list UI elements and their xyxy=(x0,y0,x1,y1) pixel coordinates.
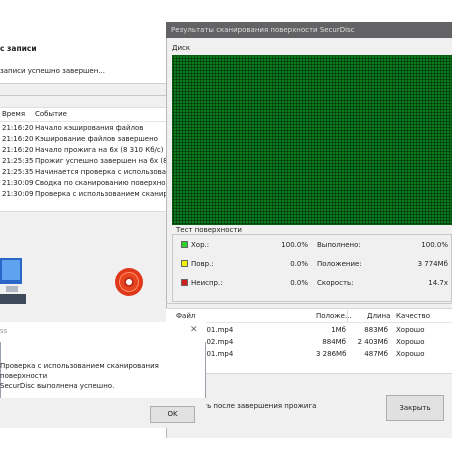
disk-surface-map xyxy=(172,55,452,225)
files-table-header: Файл Положе... Длина Качество xyxy=(166,309,452,323)
file-length: 2 403Мб xyxy=(357,338,388,346)
log-row[interactable]: 21:16:20 Начало кэширования файлов xyxy=(0,122,166,133)
log-event: Кэширование файлов завершено xyxy=(35,135,158,143)
burn-log-subtitle: записи успешно завершен... xyxy=(0,67,105,75)
log-row[interactable]: 21:30:09 Сводка по сканированию поверхнос… xyxy=(0,177,190,188)
close-button[interactable]: Закрыть xyxy=(386,395,444,421)
ok-button[interactable]: OK xyxy=(150,406,195,423)
log-row[interactable]: 21:30:09 Проверка с использованием сканир… xyxy=(0,188,194,199)
file-quality: Хорошо xyxy=(396,338,425,346)
log-time: 21:30:09 xyxy=(2,190,34,198)
col-file-header[interactable]: Файл xyxy=(176,312,195,320)
event-log-table[interactable]: Время Событие 21:16:20 Начало кэширования… xyxy=(0,107,195,212)
legend-label: Неиспр.: xyxy=(191,279,223,287)
legend-swatch xyxy=(181,279,188,286)
divider xyxy=(166,303,452,304)
close-icon[interactable]: ✕ xyxy=(190,325,198,335)
legend-value: 0.0% xyxy=(290,279,308,287)
log-time: 21:16:20 xyxy=(2,135,34,143)
top-band xyxy=(0,0,452,22)
legend-swatch xyxy=(181,241,188,248)
legend-value: 0.0% xyxy=(290,260,308,268)
log-time: 21:25:35 xyxy=(2,168,34,176)
stat-label: Скорость: xyxy=(317,279,354,287)
disk-label: Диск xyxy=(172,44,191,52)
computer-icon xyxy=(0,256,30,306)
files-table[interactable]: Файл Положе... Длина Качество 101.mp4 1Мб… xyxy=(166,308,452,374)
log-row[interactable]: 21:25:35 Прожиг успешно завершен на 6x (8… xyxy=(0,155,195,166)
col-event-header[interactable]: Событие xyxy=(35,110,67,118)
log-row[interactable]: 21:16:20 Кэширование файлов завершено xyxy=(0,133,166,144)
event-log-header: Время Событие xyxy=(0,108,166,122)
col-quality-header[interactable]: Качество xyxy=(396,312,430,320)
legend-value: 100.0% xyxy=(281,241,308,249)
log-event: Начало кэширования файлов xyxy=(35,124,144,132)
log-time: 21:16:20 xyxy=(2,146,34,154)
file-length: 883Мб xyxy=(364,326,388,334)
log-time: 21:25:35 xyxy=(2,157,34,165)
col-length-header[interactable]: Длина xyxy=(367,312,390,320)
file-quality: Хорошо xyxy=(396,350,425,358)
burn-log-title: с записи xyxy=(0,44,37,53)
legend-label: Хор.: xyxy=(191,241,210,249)
file-row[interactable]: 102.mp4 884Мб 2 403Мб Хорошо xyxy=(166,335,452,347)
legend-swatch xyxy=(181,260,188,267)
dialog-message: Проверка с использованием сканирования п… xyxy=(0,362,159,390)
file-position: 1Мб xyxy=(331,326,346,334)
stat-label: Положение: xyxy=(317,260,362,268)
after-burn-option-label[interactable]: ть после завершения прожига xyxy=(203,402,316,410)
stat-value: 14.7x xyxy=(428,279,448,287)
file-name: 201.mp4 xyxy=(202,350,234,358)
log-row[interactable]: 21:25:35 Начинается проверка с использова… xyxy=(0,166,191,177)
log-time: 21:30:09 xyxy=(2,179,34,187)
column-divider[interactable] xyxy=(347,310,348,322)
log-time: 21:16:20 xyxy=(2,124,34,132)
divider xyxy=(0,95,166,96)
file-row[interactable]: 201.mp4 3 286Мб 487Мб Хорошо xyxy=(166,347,452,359)
stat-value: 3 774Мб xyxy=(417,260,448,268)
disc-icon xyxy=(115,268,143,296)
legend-label: Повр.: xyxy=(191,260,214,268)
surface-test-label: Тест поверхности xyxy=(176,226,242,234)
log-event: Начало прожига на 6x (8 310 Кб/с) xyxy=(35,146,164,154)
file-name: 101.mp4 xyxy=(202,326,234,334)
dialog-title: ss xyxy=(0,327,8,335)
file-quality: Хорошо xyxy=(396,326,425,334)
file-row[interactable]: 101.mp4 1Мб 883Мб Хорошо xyxy=(166,323,452,335)
file-position: 884Мб xyxy=(322,338,346,346)
stat-value: 100.0% xyxy=(421,241,448,249)
col-time-header[interactable]: Время xyxy=(2,110,25,118)
file-position: 3 286Мб xyxy=(316,350,347,358)
dialog-titlebar xyxy=(0,322,206,342)
log-row[interactable]: 21:16:20 Начало прожига на 6x (8 310 Кб/с… xyxy=(0,144,166,155)
stat-label: Выполнено: xyxy=(317,241,361,249)
window-titlebar[interactable]: Результаты сканирования поверхности Secu… xyxy=(166,22,452,38)
file-name: 102.mp4 xyxy=(202,338,234,346)
file-length: 487Мб xyxy=(364,350,388,358)
